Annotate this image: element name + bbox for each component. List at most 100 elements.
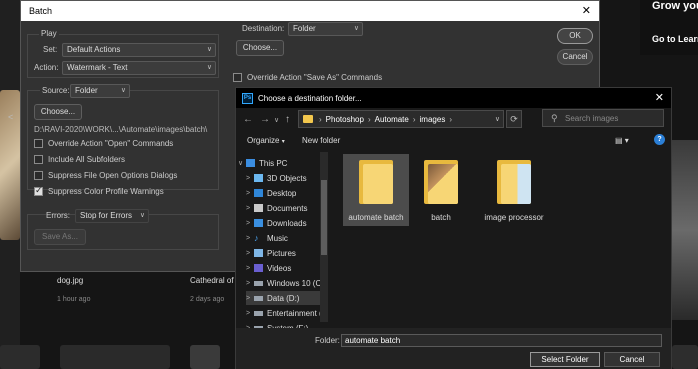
expander-icon[interactable]: > [246, 280, 252, 287]
nav-item-documents[interactable]: > Documents [246, 201, 328, 215]
cube-icon [254, 174, 263, 182]
go-to-learn-link[interactable]: Go to Learn [652, 34, 698, 44]
back-arrow-icon[interactable]: ← [243, 114, 253, 125]
nav-item-3d-objects[interactable]: >3D Objects [246, 171, 328, 185]
recent-thumbnail[interactable] [0, 345, 40, 369]
recent-file-age: 2 days ago [190, 296, 225, 303]
new-folder-button[interactable]: New folder [302, 136, 340, 145]
downloads-icon [254, 219, 263, 227]
expander-icon[interactable]: > [246, 205, 252, 212]
drive-icon [254, 295, 263, 301]
nav-item-drive-c[interactable]: > Windows 10 (C:) [246, 276, 328, 290]
chevron-down-icon: ∨ [206, 46, 212, 53]
override-save-checkbox[interactable] [233, 73, 242, 82]
source-label: Source: [40, 86, 72, 95]
view-options-icon[interactable]: ▤ ▾ [615, 136, 629, 145]
folder-item[interactable]: image processor [473, 154, 555, 226]
source-select[interactable]: Folder ∨ [70, 84, 130, 98]
recent-thumbnail[interactable] [672, 345, 698, 369]
chevron-right-icon: › [449, 114, 452, 124]
documents-icon [254, 204, 263, 212]
nav-item-desktop[interactable]: > Desktop [246, 186, 328, 200]
override-open-label: Override Action "Open" Commands [48, 139, 174, 148]
chevron-right-icon: › [319, 114, 322, 124]
folder-icon [303, 115, 313, 123]
action-select[interactable]: Watermark - Text ∨ [62, 61, 216, 75]
batch-title: Batch [29, 6, 53, 16]
folder-cancel-button[interactable]: Cancel [604, 352, 660, 367]
expander-icon[interactable]: ∨ [238, 159, 244, 167]
action-value: Watermark - Text [67, 63, 128, 72]
breadcrumb-item[interactable]: Automate [375, 115, 409, 124]
source-choose-button[interactable]: Choose... [34, 104, 82, 120]
recent-file-name[interactable]: Cathedral of t [190, 276, 238, 285]
override-open-checkbox[interactable] [34, 139, 43, 148]
folder-dialog-title-bar: Ps Choose a destination folder... ✕ [236, 88, 671, 108]
expander-icon[interactable]: > [246, 235, 252, 242]
destination-choose-button[interactable]: Choose... [236, 40, 284, 56]
destination-select[interactable]: Folder ∨ [288, 22, 363, 36]
learn-promo: Grow your Go to Learn [640, 0, 698, 55]
recent-thumbnail[interactable] [60, 345, 170, 369]
select-folder-button[interactable]: Select Folder [530, 352, 600, 367]
suppress-open-dialogs-checkbox[interactable] [34, 171, 43, 180]
expander-icon[interactable]: > [246, 175, 252, 182]
nav-item-downloads[interactable]: > Downloads [246, 216, 328, 230]
expander-icon[interactable]: > [246, 220, 252, 227]
help-icon[interactable]: ? [654, 134, 665, 145]
close-icon[interactable]: ✕ [582, 4, 591, 17]
nav-item-this-pc[interactable]: ∨ This PC [238, 156, 320, 170]
choose-folder-dialog: Ps Choose a destination folder... ✕ ← → … [235, 87, 672, 369]
ok-button[interactable]: OK [557, 28, 593, 44]
up-arrow-icon[interactable]: ↑ [285, 114, 290, 125]
breadcrumb-item[interactable]: images [420, 115, 446, 124]
address-bar[interactable]: › Photoshop › Automate › images › ∨ [298, 110, 504, 128]
save-as-button[interactable]: Save As... [34, 229, 86, 245]
recent-locations-icon[interactable]: ∨ [274, 116, 279, 124]
folder-icon [497, 160, 531, 204]
nav-item-music[interactable]: > ♪ Music [246, 231, 328, 245]
nav-label: Data (D:) [267, 293, 300, 303]
drive-icon [254, 280, 263, 286]
promo-title: Grow your [652, 0, 698, 12]
nav-label: Pictures [267, 248, 296, 258]
nav-label: Documents [267, 203, 308, 213]
include-subfolders-checkbox[interactable] [34, 155, 43, 164]
expander-icon[interactable]: > [246, 265, 252, 272]
expander-icon[interactable]: > [246, 310, 252, 317]
nav-item-drive-e[interactable]: > Entertainment (E [246, 306, 328, 320]
set-select[interactable]: Default Actions ∨ [62, 43, 216, 57]
errors-select[interactable]: Stop for Errors ∨ [75, 209, 149, 223]
recent-thumbnail[interactable] [672, 140, 698, 320]
folder-item[interactable]: batch [408, 154, 474, 226]
search-input[interactable]: ⚲ Search images [542, 109, 664, 127]
chevron-down-icon[interactable]: ∨ [495, 115, 500, 123]
set-label: Set: [43, 45, 58, 54]
destination-value: Folder [293, 24, 316, 33]
expander-icon[interactable]: > [246, 190, 252, 197]
expander-icon[interactable]: > [246, 295, 252, 302]
nav-item-drive-d[interactable]: > Data (D:) [246, 291, 328, 305]
folder-name-input[interactable]: automate batch [341, 334, 662, 347]
scroll-left-icon[interactable]: < [8, 112, 13, 122]
photoshop-icon: Ps [242, 92, 253, 104]
expander-icon[interactable]: > [246, 250, 252, 257]
scrollbar-thumb[interactable] [321, 180, 327, 255]
errors-label: Errors: [46, 211, 70, 220]
nav-scrollbar[interactable] [320, 152, 328, 322]
nav-item-pictures[interactable]: > Pictures [246, 246, 328, 260]
folder-item[interactable]: automate batch [343, 154, 409, 226]
nav-label: Windows 10 (C:) [267, 278, 327, 288]
organize-menu[interactable]: Organize ▾ [247, 136, 285, 145]
refresh-icon[interactable]: ⟳ [506, 110, 522, 128]
forward-arrow-icon[interactable]: → [260, 114, 270, 125]
nav-item-videos[interactable]: > Videos [246, 261, 328, 275]
breadcrumb-item[interactable]: Photoshop [326, 115, 364, 124]
suppress-color-warnings-checkbox[interactable] [34, 185, 43, 196]
nav-label: Desktop [267, 188, 297, 198]
cancel-button[interactable]: Cancel [557, 49, 593, 65]
recent-file-name[interactable]: dog.jpg [57, 276, 83, 285]
recent-thumbnail[interactable] [190, 345, 220, 369]
folder-item-label: batch [431, 213, 451, 222]
close-icon[interactable]: ✕ [655, 91, 664, 104]
